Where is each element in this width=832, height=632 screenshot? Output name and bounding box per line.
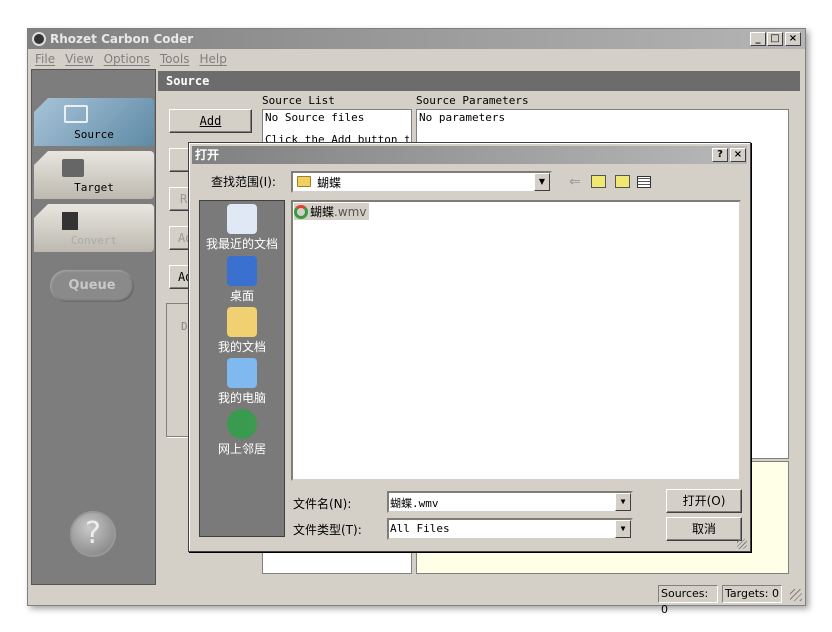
- dialog-help-button[interactable]: ?: [712, 148, 728, 162]
- window-title: Rhozet Carbon Coder: [50, 32, 194, 46]
- help-icon[interactable]: ?: [70, 511, 116, 557]
- filetype-select[interactable]: All Files ▼: [387, 518, 633, 540]
- maximize-button[interactable]: □: [767, 32, 783, 46]
- menu-file[interactable]: File: [35, 52, 55, 66]
- place-my-computer[interactable]: 我的电脑: [200, 358, 284, 406]
- up-folder-icon[interactable]: [591, 175, 606, 188]
- add-button[interactable]: Add: [169, 109, 252, 133]
- dropdown-arrow-icon[interactable]: ▼: [534, 173, 550, 191]
- back-icon[interactable]: ⇐: [569, 174, 581, 190]
- group-label: D: [181, 320, 188, 333]
- place-label: 网上邻居: [217, 442, 266, 456]
- cancel-button[interactable]: 取消: [666, 517, 742, 541]
- menu-tools[interactable]: Tools: [160, 52, 190, 66]
- file-ext: .wmv: [334, 204, 367, 219]
- nav-tab-source[interactable]: Source: [34, 98, 154, 146]
- place-label: 我的电脑: [217, 391, 266, 405]
- place-label: 我最近的文档: [205, 237, 278, 251]
- title-bar: Rhozet Carbon Coder _ □ ×: [28, 29, 805, 49]
- close-button[interactable]: ×: [785, 32, 801, 46]
- status-sources: Sources: 0: [658, 585, 718, 616]
- look-in-label: 查找范围(I):: [211, 175, 276, 189]
- menu-bar: File View Options Tools Help: [30, 50, 232, 68]
- file-list[interactable]: 蝴蝶 .wmv: [291, 200, 741, 481]
- place-recent[interactable]: 我最近的文档: [200, 204, 284, 252]
- nav-tab-label: Target: [74, 181, 114, 194]
- menu-options[interactable]: Options: [104, 52, 150, 66]
- app-icon: [32, 32, 46, 46]
- filetype-label: 文件类型(T):: [293, 523, 362, 537]
- queue-button[interactable]: Queue: [50, 270, 134, 302]
- source-params-label: Source Parameters: [416, 94, 529, 107]
- target-folder-icon: [62, 159, 84, 177]
- resize-grip[interactable]: [790, 589, 802, 601]
- menu-view[interactable]: View: [65, 52, 93, 66]
- dialog-resize-grip[interactable]: [737, 539, 747, 549]
- network-icon: [227, 409, 257, 439]
- nav-tab-target[interactable]: Target: [34, 151, 154, 199]
- minimize-button[interactable]: _: [750, 32, 766, 46]
- source-list-label: Source List: [262, 94, 335, 107]
- source-list-empty-text: No Source files: [265, 111, 365, 124]
- place-label: 我的文档: [217, 340, 266, 354]
- place-my-documents[interactable]: 我的文档: [200, 307, 284, 355]
- look-in-value: 蝴蝶: [317, 176, 342, 190]
- file-item[interactable]: 蝴蝶 .wmv: [294, 203, 370, 220]
- new-folder-icon[interactable]: [615, 175, 630, 188]
- media-file-icon: [294, 204, 308, 219]
- left-nav: Source Target Convert Queue ?: [31, 69, 156, 585]
- my-computer-icon: [227, 358, 257, 388]
- filetype-value: All Files: [390, 522, 450, 535]
- place-label: 桌面: [229, 289, 254, 303]
- nav-tab-convert[interactable]: Convert: [34, 204, 154, 252]
- places-bar: 我最近的文档 桌面 我的文档 我的电脑 网上邻居: [199, 200, 285, 537]
- file-name: 蝴蝶: [310, 205, 335, 219]
- status-targets: Targets: 0: [722, 585, 782, 603]
- filename-input[interactable]: 蝴蝶.wmv ▼: [387, 491, 633, 513]
- folder-icon: [64, 105, 88, 123]
- look-in-combo[interactable]: 蝴蝶 ▼: [291, 171, 552, 193]
- view-menu-icon[interactable]: [637, 176, 651, 188]
- dropdown-arrow-icon[interactable]: ▼: [615, 493, 631, 511]
- nav-tab-label: Convert: [70, 234, 118, 247]
- dialog-title: 打开: [195, 148, 220, 162]
- dialog-title-bar: 打开 ? ×: [192, 146, 747, 164]
- recent-documents-icon: [227, 204, 257, 234]
- filename-label: 文件名(N):: [293, 497, 352, 511]
- nav-tab-label: Source: [74, 128, 114, 141]
- open-dialog: 打开 ? × 查找范围(I): 蝴蝶 ▼ ⇐ 我最近的文档 桌面 我的文档 我的…: [188, 142, 751, 552]
- open-button[interactable]: 打开(O): [666, 489, 742, 513]
- dialog-close-button[interactable]: ×: [730, 148, 746, 162]
- desktop-icon: [227, 256, 257, 286]
- convert-icon: [62, 212, 78, 230]
- dropdown-arrow-icon[interactable]: ▼: [615, 520, 631, 538]
- folder-icon: [297, 176, 311, 187]
- menu-help[interactable]: Help: [199, 52, 226, 66]
- place-desktop[interactable]: 桌面: [200, 256, 284, 304]
- my-documents-icon: [227, 307, 257, 337]
- filename-value: 蝴蝶.wmv: [390, 497, 439, 510]
- place-network[interactable]: 网上邻居: [200, 409, 284, 457]
- section-header: Source: [158, 71, 800, 91]
